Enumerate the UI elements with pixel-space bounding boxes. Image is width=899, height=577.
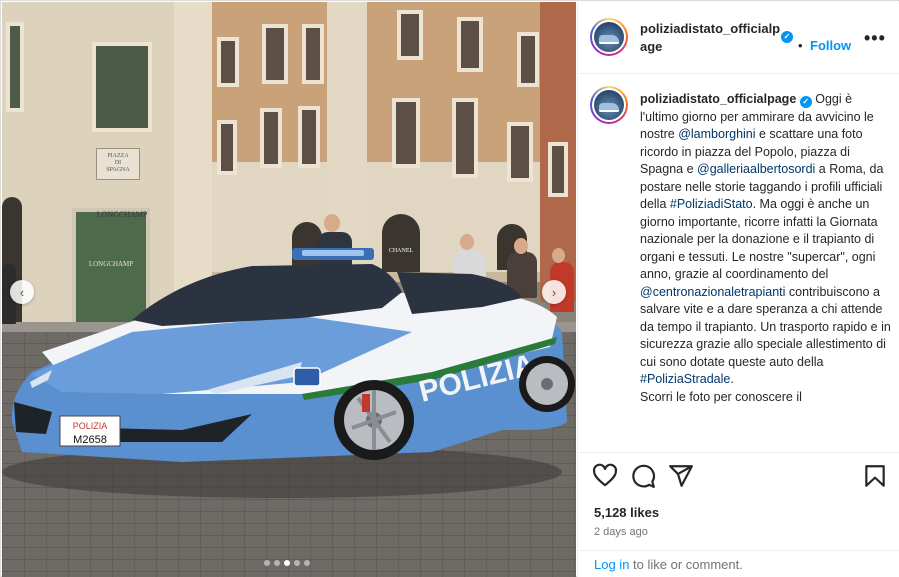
post-caption: poliziadistato_officialpage ✓ Oggi è l'u… [640,91,892,406]
post-side-panel: poliziadistato_officialp age ✓ • Follow … [577,2,899,577]
share-icon[interactable] [668,463,694,489]
carousel-dot [274,560,280,566]
header-username[interactable]: poliziadistato_officialp age [640,20,786,56]
verified-badge-icon: ✓ [799,96,812,108]
follow-button[interactable]: Follow [810,38,851,53]
bookmark-icon[interactable] [862,463,888,489]
login-prompt: Log in to like or comment. [578,550,899,577]
mention-link[interactable]: @centronazionaletrapianti [640,285,785,299]
carousel-dot [294,560,300,566]
post-dialog: LONGCHAMP LONGCHAMP PIAZZA DI SPAGNA CHA… [0,0,899,577]
avatar-image [594,22,624,52]
comment-icon[interactable] [630,463,656,489]
carousel-next-button[interactable]: › [542,280,566,304]
hashtag-link[interactable]: #PoliziadiStato [670,197,753,211]
login-link[interactable]: Log in [594,557,629,572]
carousel-prev-button[interactable]: ‹ [10,280,34,304]
caption-area[interactable]: poliziadistato_officialpage ✓ Oggi è l'u… [578,75,899,452]
hashtag-link[interactable]: #PoliziaStradale [640,372,730,386]
post-photo[interactable]: LONGCHAMP LONGCHAMP PIAZZA DI SPAGNA CHA… [2,2,576,577]
heart-icon[interactable] [592,463,618,489]
plate-text-2: M2658 [73,434,107,446]
plate-text-1: POLIZIA [73,421,108,431]
carousel-dot [304,560,310,566]
login-prompt-text: to like or comment. [629,557,743,572]
avatar[interactable] [590,18,628,56]
likes-count[interactable]: 5,128 likes [594,505,659,520]
more-options-icon[interactable]: ••• [864,28,886,49]
carousel-dot [264,560,270,566]
carousel-indicator [264,560,310,566]
caption-username[interactable]: poliziadistato_officialpage [640,92,796,106]
avatar-image [594,90,624,120]
verified-badge-icon: ✓ [781,31,793,43]
carousel-dot-active [284,560,290,566]
post-timestamp[interactable]: 2 days ago [594,526,648,538]
separator-dot: • [798,38,803,53]
caption-text: Oggi è l'ultimo giorno per ammirare da a… [640,92,891,404]
mention-link[interactable]: @lamborghini [678,127,755,141]
police-car: POLIZIA M2658 POLIZIA [2,248,575,498]
post-actions: 5,128 likes 2 days ago [578,452,899,550]
mention-link[interactable]: @galleriaalbertosordi [697,162,815,176]
caption-avatar[interactable] [590,86,628,124]
post-header: poliziadistato_officialp age ✓ • Follow … [578,2,899,74]
